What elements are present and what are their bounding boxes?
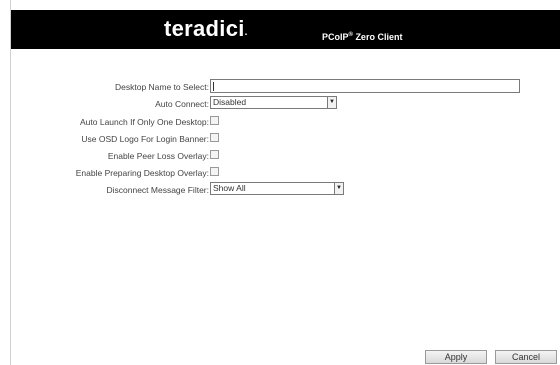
chevron-down-icon[interactable]: ▼ <box>334 183 343 194</box>
row-preparing-desktop: Enable Preparing Desktop Overlay: <box>11 165 560 181</box>
peer-loss-label: Enable Peer Loss Overlay: <box>107 151 209 161</box>
disconnect-filter-label: Disconnect Message Filter: <box>106 185 209 195</box>
row-desktop-name: Desktop Name to Select: <box>11 79 560 95</box>
disconnect-filter-value: Show All <box>213 183 246 193</box>
auto-launch-label: Auto Launch If Only One Desktop: <box>80 117 209 127</box>
desktop-name-input[interactable] <box>210 79 520 93</box>
row-auto-connect: Auto Connect: Disabled ▼ <box>11 96 560 112</box>
product-name: PCoIP® Zero Client <box>322 32 403 42</box>
preparing-desktop-label: Enable Preparing Desktop Overlay: <box>75 168 209 178</box>
desktop-name-label: Desktop Name to Select: <box>114 82 209 92</box>
row-disconnect-filter: Disconnect Message Filter: Show All ▼ <box>11 182 560 198</box>
apply-button[interactable]: Apply <box>425 350 487 364</box>
auto-launch-checkbox[interactable] <box>210 116 219 125</box>
auto-connect-select[interactable]: Disabled ▼ <box>210 96 337 109</box>
row-peer-loss: Enable Peer Loss Overlay: <box>11 148 560 164</box>
preparing-desktop-checkbox[interactable] <box>210 167 219 176</box>
cancel-button[interactable]: Cancel <box>495 350 557 364</box>
settings-panel: teradici. PCoIP® Zero Client Desktop Nam… <box>10 0 560 365</box>
auto-connect-value: Disabled <box>213 97 247 107</box>
row-osd-logo: Use OSD Logo For Login Banner: <box>11 131 560 147</box>
chevron-down-icon[interactable]: ▼ <box>327 97 336 108</box>
disconnect-filter-select[interactable]: Show All ▼ <box>210 182 344 195</box>
header-bar: teradici. PCoIP® Zero Client <box>11 10 560 49</box>
osd-logo-label: Use OSD Logo For Login Banner: <box>81 134 209 144</box>
peer-loss-checkbox[interactable] <box>210 150 219 159</box>
auto-connect-label: Auto Connect: <box>155 99 209 109</box>
teradici-logo: teradici. <box>164 16 248 41</box>
osd-logo-checkbox[interactable] <box>210 133 219 142</box>
row-auto-launch: Auto Launch If Only One Desktop: <box>11 114 560 130</box>
